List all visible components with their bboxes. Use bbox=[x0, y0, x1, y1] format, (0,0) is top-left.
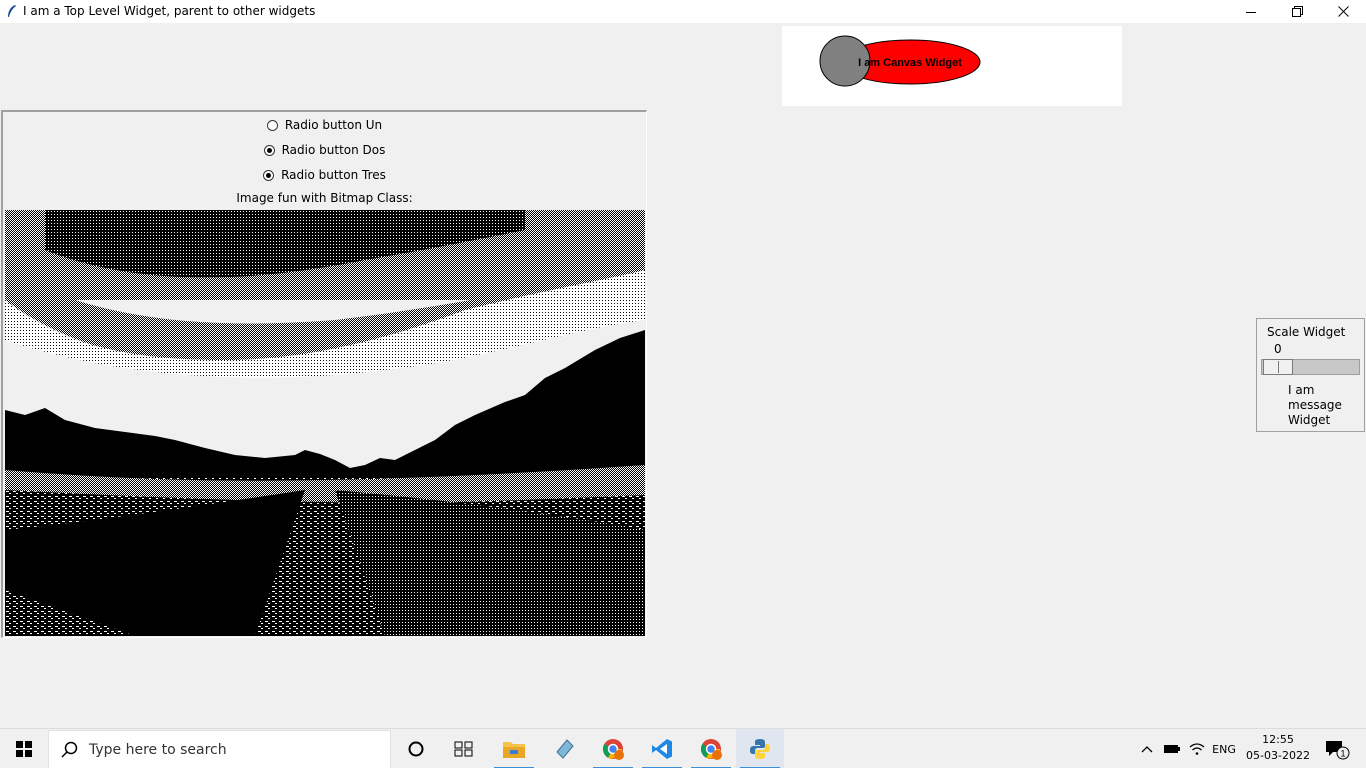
wifi-icon bbox=[1189, 743, 1205, 755]
canvas-text: I am Canvas Widget bbox=[858, 57, 962, 69]
file-explorer-button[interactable] bbox=[490, 729, 538, 768]
vscode-button[interactable] bbox=[638, 729, 686, 768]
taskbar: Type here to search ENG 12:55 05-03-2022… bbox=[0, 728, 1366, 768]
restore-button[interactable] bbox=[1274, 0, 1320, 23]
notepad-icon bbox=[556, 739, 574, 759]
battery-button[interactable] bbox=[1160, 729, 1184, 768]
notification-count: 1 bbox=[1340, 749, 1345, 759]
start-button[interactable] bbox=[0, 729, 48, 768]
notification-icon: 1 bbox=[1326, 741, 1350, 760]
radio-label: Radio button Un bbox=[284, 118, 383, 132]
radio-image-frame: Radio button Un Radio button Dos Radio b… bbox=[1, 110, 647, 638]
bitmap-image bbox=[5, 210, 645, 636]
chrome-profile-icon bbox=[700, 739, 722, 760]
radio-indicator[interactable] bbox=[263, 169, 275, 181]
restore-icon bbox=[1291, 6, 1303, 17]
scale-value: 0 bbox=[1274, 342, 1282, 356]
vscode-icon bbox=[652, 739, 672, 759]
radio-button-tres[interactable]: Radio button Tres bbox=[3, 165, 646, 185]
file-explorer-icon bbox=[503, 742, 525, 758]
minimize-icon bbox=[1246, 11, 1256, 13]
python-button[interactable] bbox=[736, 729, 784, 768]
windows-icon bbox=[16, 741, 32, 757]
taskbar-search-box[interactable]: Type here to search bbox=[48, 730, 391, 768]
task-view-icon bbox=[454, 741, 473, 757]
tk-feather-icon bbox=[8, 5, 16, 17]
language-indicator: ENG bbox=[1212, 742, 1236, 756]
task-view-button[interactable] bbox=[440, 729, 488, 768]
message-widget: I am message Widget bbox=[1288, 383, 1342, 427]
image-label: Image fun with Bitmap Class: bbox=[236, 191, 413, 205]
search-icon bbox=[61, 741, 78, 758]
canvas-widget[interactable]: I am Canvas Widget bbox=[782, 26, 1122, 106]
python-icon bbox=[750, 739, 770, 759]
radio-indicator[interactable] bbox=[263, 144, 275, 156]
battery-icon bbox=[1164, 745, 1180, 753]
action-center-button[interactable]: 1 bbox=[1318, 729, 1356, 768]
chrome-icon bbox=[602, 739, 624, 760]
notepad-button[interactable] bbox=[540, 729, 588, 768]
window-titlebar[interactable]: I am a Top Level Widget, parent to other… bbox=[0, 0, 1366, 23]
clock-time: 12:55 bbox=[1262, 733, 1294, 746]
minimize-button[interactable] bbox=[1228, 0, 1274, 23]
search-placeholder: Type here to search bbox=[89, 742, 227, 758]
close-button[interactable] bbox=[1320, 0, 1366, 23]
scale-slider-handle[interactable] bbox=[1263, 359, 1293, 375]
scale-title: Scale Widget bbox=[1267, 325, 1346, 339]
radio-label: Radio button Dos bbox=[281, 143, 386, 157]
radio-button-dos[interactable]: Radio button Dos bbox=[3, 140, 646, 160]
radio-label: Radio button Tres bbox=[281, 168, 386, 182]
radio-indicator[interactable] bbox=[266, 119, 278, 131]
window-title: I am a Top Level Widget, parent to other… bbox=[23, 4, 316, 18]
scale-panel: Scale Widget 0 I am message Widget bbox=[1256, 318, 1365, 432]
close-icon bbox=[1337, 6, 1349, 17]
clock-date: 05-03-2022 bbox=[1246, 749, 1310, 762]
chrome-profile-button[interactable] bbox=[687, 729, 735, 768]
cortana-icon bbox=[408, 741, 424, 757]
show-hidden-icons-button[interactable] bbox=[1136, 729, 1158, 768]
radio-button-un[interactable]: Radio button Un bbox=[3, 115, 646, 135]
language-button[interactable]: ENG bbox=[1208, 729, 1240, 768]
chevron-up-icon bbox=[1141, 746, 1153, 753]
network-button[interactable] bbox=[1186, 729, 1208, 768]
chrome-button[interactable] bbox=[589, 729, 637, 768]
cortana-button[interactable] bbox=[392, 729, 440, 768]
clock[interactable]: 12:55 05-03-2022 bbox=[1240, 732, 1316, 764]
